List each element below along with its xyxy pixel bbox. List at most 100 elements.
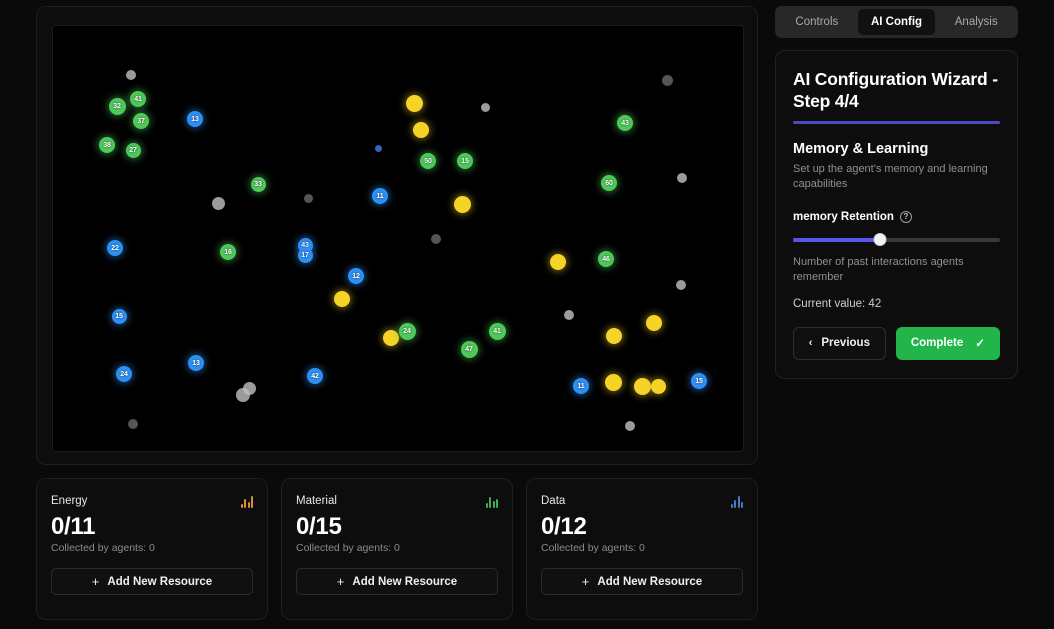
resource-card-value: 0/11 — [51, 513, 96, 540]
obstacle — [303, 193, 313, 203]
resource-card-header: Material — [296, 495, 498, 508]
bar-chart-bar — [240, 504, 243, 508]
resource-node[interactable] — [334, 291, 350, 307]
agent-id-label: 15 — [461, 157, 469, 165]
add-new-resource-button[interactable]: + Add New Resource — [51, 568, 253, 596]
bar-chart-bar — [485, 503, 488, 508]
marker-dot — [374, 144, 382, 152]
agent-node[interactable]: 27 — [125, 142, 141, 158]
bar-chart-bar — [492, 501, 495, 508]
agent-node[interactable]: 13 — [188, 355, 204, 371]
previous-button[interactable]: ‹ Previous — [793, 326, 886, 360]
slider-current-value: Current value: 42 — [793, 297, 882, 310]
agent-id-label: 16 — [224, 248, 232, 256]
agent-id-label: 11 — [577, 382, 585, 390]
memory-retention-slider[interactable] — [793, 232, 1000, 247]
agent-node[interactable]: 33 — [250, 176, 266, 192]
agent-node[interactable]: 24 — [398, 322, 416, 340]
bar-chart-bar — [251, 496, 253, 508]
resource-node[interactable] — [633, 377, 651, 395]
resource-card: Energy 0/11 Collected by agents: 0 + Add New… — [36, 478, 268, 620]
add-new-resource-button[interactable]: + Add New Resource — [296, 568, 498, 596]
agent-node[interactable]: 41 — [488, 322, 506, 340]
wizard-section-description: Set up the agent's memory and learning c… — [793, 162, 988, 191]
complete-button[interactable]: Complete ✓ — [895, 326, 1000, 360]
resource-card-value: 0/15 — [296, 513, 342, 540]
agent-id-label: 43 — [621, 119, 629, 127]
resource-node[interactable] — [650, 378, 666, 394]
plus-icon: + — [336, 574, 345, 590]
wizard-section-title: Memory & Learning — [793, 140, 929, 157]
agent-id-label: 42 — [311, 372, 319, 380]
wizard-actions: ‹ Previous Complete ✓ — [793, 326, 1000, 360]
agent-id-label: 41 — [493, 327, 501, 335]
resource-node[interactable] — [453, 195, 471, 213]
obstacle — [211, 196, 225, 210]
agent-id-label: 46 — [602, 255, 610, 263]
resource-card-header: Energy — [51, 495, 253, 508]
wizard-progress-underline — [793, 121, 1000, 124]
resource-card: Data 0/12 Collected by agents: 0 + Add New R… — [526, 478, 758, 620]
agent-node[interactable]: 50 — [420, 153, 436, 169]
agent-id-label: 60 — [605, 179, 613, 187]
plus-icon: + — [91, 574, 100, 590]
agent-id-label: 13 — [192, 359, 200, 367]
simulation-canvas[interactable]: 32 41 37 38 27 13 33 43 60 50 15 11 22 16 43 17 46 12 15 24… — [52, 25, 744, 452]
agent-id-label: 41 — [134, 95, 142, 103]
agent-node[interactable]: 47 — [460, 340, 478, 358]
agent-node[interactable]: 15 — [691, 373, 707, 389]
obstacle — [677, 173, 687, 183]
agent-node[interactable]: 16 — [220, 244, 236, 260]
resource-card-value: 0/12 — [541, 513, 587, 540]
slider-description: Number of past interactions agents remem… — [793, 255, 964, 284]
slider-label-row: memory Retention ? — [793, 210, 1000, 223]
agent-node[interactable]: 12 — [348, 268, 364, 284]
agent-node[interactable]: 11 — [372, 188, 388, 204]
complete-button-label: Complete — [910, 337, 964, 350]
bar-chart-bar — [496, 499, 498, 508]
agent-node[interactable]: 37 — [133, 113, 149, 129]
agent-node[interactable]: 42 — [307, 368, 323, 384]
help-icon[interactable]: ? — [899, 210, 912, 223]
resource-card-title: Energy — [51, 495, 88, 507]
agent-node[interactable]: 43 — [617, 115, 633, 131]
resource-card-header: Data — [541, 495, 743, 508]
agent-node[interactable]: 32 — [108, 97, 126, 115]
bar-chart-bar — [489, 497, 491, 508]
resource-node[interactable] — [646, 315, 662, 331]
agent-id-label: 38 — [103, 141, 111, 149]
resource-node[interactable] — [405, 94, 423, 112]
resource-card-subtitle: Collected by agents: 0 — [51, 542, 155, 555]
tab-analysis[interactable]: Analysis — [937, 9, 1015, 35]
agent-node[interactable]: 17 — [297, 247, 313, 263]
resource-node[interactable] — [413, 122, 429, 138]
agent-node[interactable]: 46 — [598, 251, 614, 267]
agent-node[interactable]: 11 — [573, 378, 589, 394]
agent-node[interactable]: 38 — [99, 137, 115, 153]
tab-controls[interactable]: Controls — [778, 9, 856, 35]
obstacle — [236, 388, 250, 402]
slider-thumb[interactable] — [873, 232, 887, 246]
agent-node[interactable]: 13 — [187, 111, 203, 127]
resource-node[interactable] — [606, 328, 622, 344]
resource-node[interactable] — [604, 373, 622, 391]
agent-node[interactable]: 22 — [107, 240, 123, 256]
tab-ai-config[interactable]: AI Config — [857, 9, 936, 35]
agent-node[interactable]: 60 — [601, 175, 617, 191]
agent-node[interactable]: 15 — [111, 308, 127, 324]
agent-node[interactable]: 15 — [457, 153, 473, 169]
bar-chart-icon — [240, 495, 253, 508]
bar-chart-bar — [734, 500, 736, 508]
resource-node[interactable] — [383, 330, 399, 346]
simulation-column: 32 41 37 38 27 13 33 43 60 50 15 11 22 16 43 17 46 12 15 24… — [36, 6, 758, 620]
bar-chart-icon — [730, 495, 743, 508]
agent-node[interactable]: 24 — [116, 366, 132, 382]
agent-id-label: 22 — [111, 244, 119, 252]
add-new-resource-button[interactable]: + Add New Resource — [541, 568, 743, 596]
agent-id-label: 15 — [695, 377, 703, 385]
bar-chart-icon — [485, 495, 498, 508]
agent-node[interactable]: 41 — [130, 91, 146, 107]
resource-node[interactable] — [550, 254, 566, 270]
resource-card: Material 0/15 Collected by agents: 0 + Add N… — [281, 478, 513, 620]
obstacle — [625, 421, 635, 431]
